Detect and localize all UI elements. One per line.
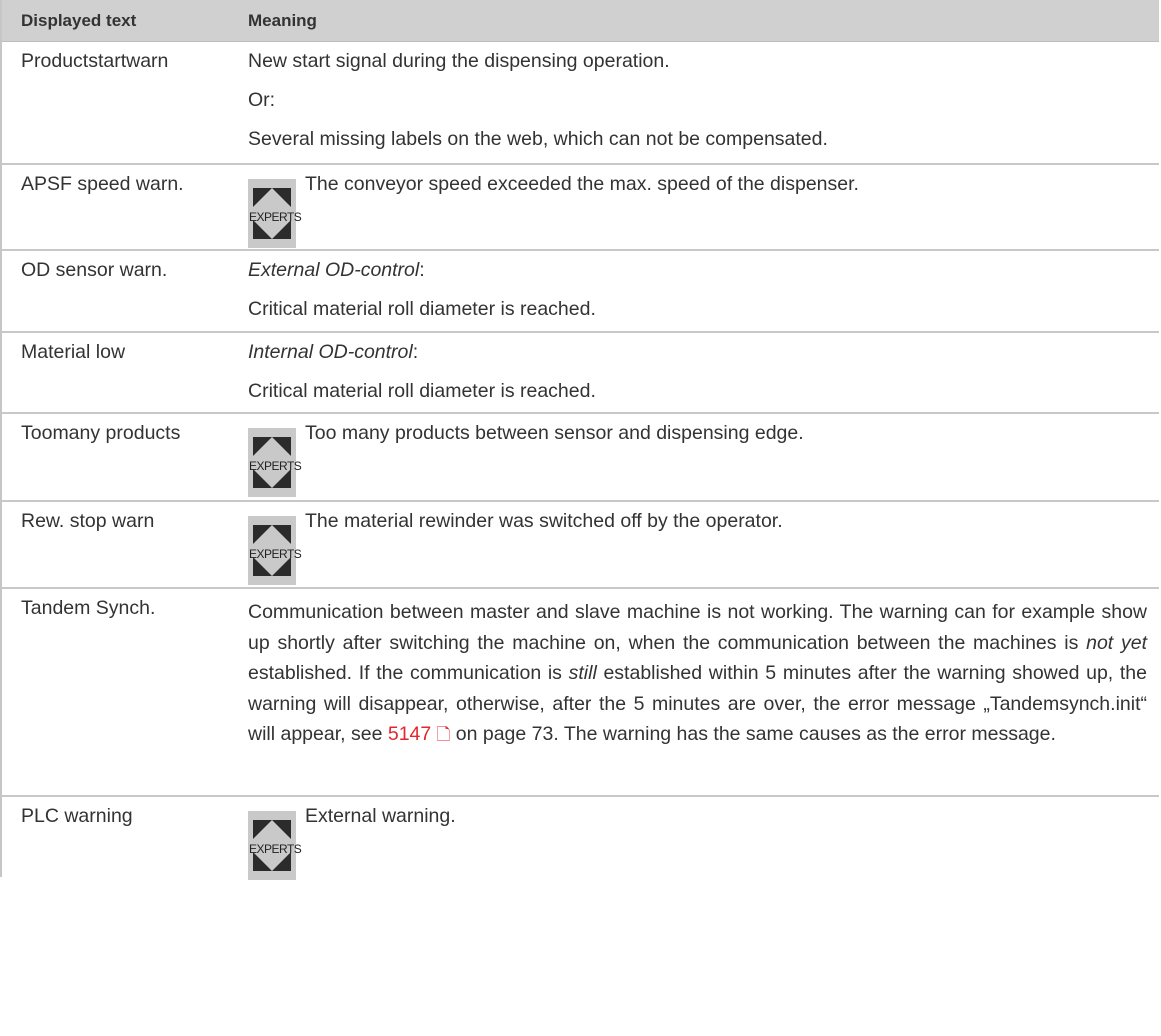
- meaning-paragraph: Communication between master and slave m…: [248, 601, 1147, 745]
- meaning-text: External warning.: [305, 805, 456, 827]
- document-icon: 🗋: [436, 725, 451, 744]
- meaning-cell: Communication between master and slave m…: [248, 589, 1159, 795]
- table-row: Rew. stop warn EXPERTS The material rewi…: [2, 502, 1159, 589]
- meaning-text: The material rewinder was switched off b…: [305, 510, 783, 532]
- meaning-line: Internal OD-control:: [248, 341, 419, 363]
- displayed-text-cell: APSF speed warn.: [21, 173, 184, 195]
- table-header: Displayed text Meaning: [2, 0, 1159, 42]
- table-row: Material low Internal OD-control: Critic…: [2, 333, 1159, 414]
- displayed-text-cell: PLC warning: [21, 805, 133, 827]
- table-row: PLC warning EXPERTS External warning.: [2, 797, 1159, 877]
- meaning-cell: EXPERTS External warning.: [248, 797, 1159, 877]
- meaning-cell: EXPERTS The conveyor speed exceeded the …: [248, 165, 1159, 249]
- table-row: Tandem Synch. Communication between mast…: [2, 589, 1159, 797]
- experts-badge: EXPERTS: [248, 502, 305, 591]
- meaning-line: External OD-control:: [248, 259, 425, 281]
- meaning-cell: Internal OD-control: Critical material r…: [248, 333, 1159, 412]
- experts-badge: EXPERTS: [248, 797, 305, 886]
- displayed-text-cell: Rew. stop warn: [21, 510, 155, 532]
- meaning-line: Several missing labels on the web, which…: [248, 128, 828, 150]
- meaning-text: Too many products between sensor and dis…: [305, 422, 804, 444]
- page-reference-link[interactable]: 5147 🗋: [388, 723, 450, 745]
- table-row: APSF speed warn. EXPERTS The conveyor sp…: [2, 165, 1159, 251]
- header-displayed-text: Displayed text: [21, 10, 137, 30]
- displayed-text-cell: Material low: [21, 341, 126, 363]
- experts-badge: EXPERTS: [248, 165, 305, 254]
- displayed-text-cell: Tandem Synch.: [21, 597, 156, 619]
- meaning-cell: New start signal during the dispensing o…: [248, 42, 1159, 163]
- warnings-table: Displayed text Meaning Productstartwarn …: [0, 0, 1159, 877]
- displayed-text-cell: Toomany products: [21, 422, 181, 444]
- meaning-cell: EXPERTS Too many products between sensor…: [248, 414, 1159, 500]
- meaning-text: The conveyor speed exceeded the max. spe…: [305, 173, 859, 195]
- table-row: Productstartwarn New start signal during…: [2, 42, 1159, 165]
- header-meaning: Meaning: [248, 10, 317, 30]
- experts-badge: EXPERTS: [248, 414, 305, 503]
- displayed-text-cell: OD sensor warn.: [21, 259, 168, 281]
- meaning-line: Critical material roll diameter is reach…: [248, 298, 596, 320]
- meaning-line: Or:: [248, 89, 276, 111]
- displayed-text-cell: Productstartwarn: [21, 50, 169, 72]
- meaning-cell: EXPERTS The material rewinder was switch…: [248, 502, 1159, 587]
- table-row: Toomany products EXPERTS Too many produc…: [2, 414, 1159, 502]
- meaning-line: Critical material roll diameter is reach…: [248, 380, 596, 402]
- meaning-cell: External OD-control: Critical material r…: [248, 251, 1159, 331]
- table-row: OD sensor warn. External OD-control: Cri…: [2, 251, 1159, 333]
- meaning-line: New start signal during the dispensing o…: [248, 50, 670, 72]
